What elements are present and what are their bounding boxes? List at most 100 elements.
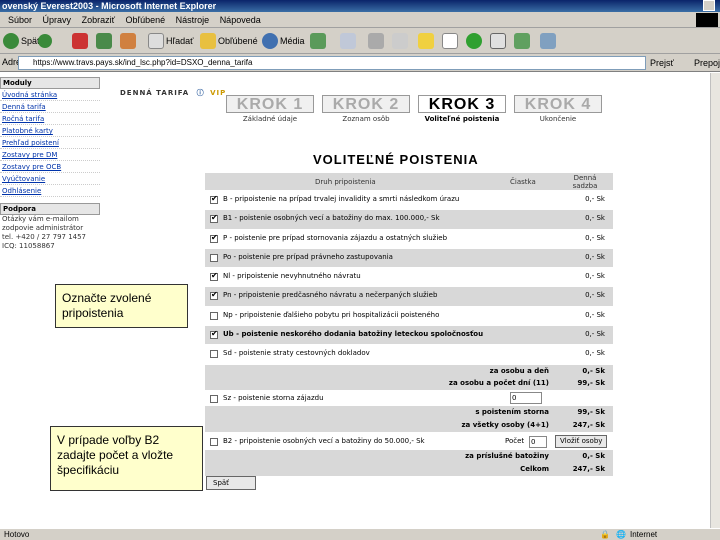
callout-b2-instructions: V prípade voľby B2 zadajte počet a vložt…	[50, 426, 203, 491]
stop-icon	[72, 33, 88, 49]
messenger-button[interactable]	[466, 32, 482, 50]
summary-label: za všetky osoby (4+1)	[461, 420, 549, 429]
b2-checkbox[interactable]	[210, 437, 218, 446]
favorites-button[interactable]: Obľúbené	[200, 32, 258, 50]
b2-count-input[interactable]: 0	[529, 435, 547, 448]
menu-favorites[interactable]: Obľúbené	[125, 12, 165, 28]
print-icon	[368, 33, 384, 49]
forward-button[interactable]	[38, 32, 52, 50]
menu-bar: Súbor Úpravy Zobraziť Obľúbené Nástroje …	[0, 12, 720, 28]
sidebar-item-billing[interactable]: Vyúčtovanie	[0, 173, 100, 185]
history-button[interactable]	[310, 32, 326, 50]
step-2: KROK 2	[322, 95, 410, 113]
sidebar-item-annual-tariff[interactable]: Ročná tarifa	[0, 113, 100, 125]
menu-view[interactable]: Zobraziť	[82, 12, 115, 28]
step-3: KROK 3	[418, 95, 506, 113]
forward-arrow-icon	[38, 34, 52, 48]
callout-select-insurance: Označte zvolené pripoistenia	[55, 284, 188, 328]
menu-tools[interactable]: Nástroje	[176, 12, 210, 28]
total-row: Celkom 247,- Sk	[205, 462, 613, 476]
b2-description: B2 - pripoistenie osobných vecí a batoži…	[223, 436, 425, 445]
summary-label: za príslušné batožiny	[465, 451, 549, 460]
menu-help[interactable]: Nápoveda	[220, 12, 261, 28]
insurance-description: B1 - poistenie osobných vecí a batožiny …	[223, 214, 440, 223]
modules-heading: Moduly	[0, 77, 100, 89]
media-icon	[262, 33, 278, 49]
sidebar-item-reports-dm[interactable]: Zostavy pre DM	[0, 149, 100, 161]
close-window-button[interactable]	[703, 0, 715, 11]
back-step-button[interactable]: Späť	[206, 476, 256, 490]
table-row: Nl - pripoistenie nevyhnutného návratu 0…	[205, 267, 613, 287]
menu-file[interactable]: Súbor	[8, 12, 32, 28]
table-header: Druh pripoistenia Čiastka Denná sadzba	[205, 173, 613, 190]
print-button[interactable]	[368, 32, 384, 50]
insurance-checkbox[interactable]	[210, 290, 218, 301]
refresh-button[interactable]	[96, 32, 112, 50]
stop-button[interactable]	[72, 32, 88, 50]
info-icon: ⓘ	[196, 89, 205, 97]
address-input[interactable]: https://www.travs.pays.sk/ind_lsc.php?id…	[18, 56, 646, 70]
total-value: 247,- Sk	[572, 464, 605, 473]
insurance-checkbox[interactable]	[210, 271, 218, 282]
globe-icon: 🌐	[616, 530, 626, 539]
vertical-scrollbar[interactable]	[710, 73, 720, 528]
insurance-checkbox[interactable]	[210, 253, 218, 262]
search-button[interactable]: Hľadať	[148, 32, 194, 50]
step-1: KROK 1	[226, 95, 314, 113]
edit-button[interactable]	[392, 32, 408, 50]
insurance-checkbox[interactable]	[210, 350, 218, 359]
table-row: B - pripoistenie na prípad trvalej inval…	[205, 190, 613, 210]
insurance-checkbox[interactable]	[210, 329, 218, 340]
insurance-checkbox[interactable]	[210, 194, 218, 204]
step-3-caption: Voliteľné poistenia	[424, 115, 500, 123]
sidebar-item-logout[interactable]: Odhlásenie	[0, 185, 100, 197]
table-row: Np - pripoistenie ďalšieho pobytu pri ho…	[205, 305, 613, 326]
go-button[interactable]: Prejsť	[650, 56, 674, 70]
table-row: B1 - poistenie osobných vecí a batožiny …	[205, 209, 613, 229]
tool-button[interactable]	[490, 32, 506, 50]
step-1-caption: Základné údaje	[242, 115, 298, 123]
status-text: Hotovo	[4, 530, 30, 539]
links-button[interactable]: Prepojenia	[694, 56, 720, 70]
storno-amount-input[interactable]: 0	[510, 391, 542, 404]
extension-button[interactable]	[540, 32, 556, 50]
summary-row: za všetky osoby (4+1) 247,- Sk	[205, 418, 613, 432]
back-button[interactable]: Späť	[3, 32, 40, 50]
insurance-checkbox[interactable]	[210, 311, 218, 320]
summary-row: za osobu a deň 0,- Sk	[205, 363, 613, 377]
insurance-description: Pn - pripoistenie predčasného návratu a …	[223, 291, 438, 300]
mail-button[interactable]	[340, 32, 356, 50]
sidebar-item-daily-tariff[interactable]: Denná tarifa	[0, 101, 100, 113]
flower-icon	[466, 33, 482, 49]
sidebar-item-home[interactable]: Úvodná stránka	[0, 89, 100, 101]
summary-value: 0,- Sk	[582, 451, 605, 460]
research-button[interactable]	[442, 32, 458, 50]
gear-icon	[514, 33, 530, 49]
summary-value: 0,- Sk	[582, 366, 605, 375]
sidebar-item-payment-cards[interactable]: Platobné karty	[0, 125, 100, 137]
media-button[interactable]: Média	[262, 32, 305, 50]
address-bar: Adresa https://www.travs.pays.sk/ind_lsc…	[0, 54, 720, 72]
insurance-checkbox[interactable]	[210, 233, 218, 243]
plugin-button[interactable]	[514, 32, 530, 50]
breadcrumb-title: DENNÁ TARIFA	[120, 89, 190, 97]
discuss-button[interactable]	[418, 32, 434, 50]
table-row: Sd - poistenie straty cestovných doklado…	[205, 344, 613, 364]
history-icon	[310, 33, 326, 49]
home-button[interactable]	[120, 32, 136, 50]
insert-persons-button[interactable]: Vložiť osoby	[555, 434, 608, 448]
menu-edit[interactable]: Úpravy	[43, 12, 72, 28]
insurance-description: Ub - poistenie neskorého dodania batožin…	[223, 330, 484, 339]
storno-checkbox[interactable]	[210, 394, 218, 403]
support-heading: Podpora	[0, 203, 100, 215]
summary-value: 99,- Sk	[577, 378, 605, 387]
calculator-icon	[490, 33, 506, 49]
puzzle-icon	[540, 33, 556, 49]
page-icon	[442, 33, 458, 49]
insurance-description: B - pripoistenie na prípad trvalej inval…	[223, 195, 460, 203]
lock-icon: 🔒	[600, 530, 610, 539]
sidebar-item-insurance-overview[interactable]: Prehľad poistení	[0, 137, 100, 149]
sidebar-item-reports-ocb[interactable]: Zostavy pre OCB	[0, 161, 100, 173]
insurance-checkbox[interactable]	[210, 213, 218, 224]
column-amount: Čiastka	[510, 178, 536, 186]
